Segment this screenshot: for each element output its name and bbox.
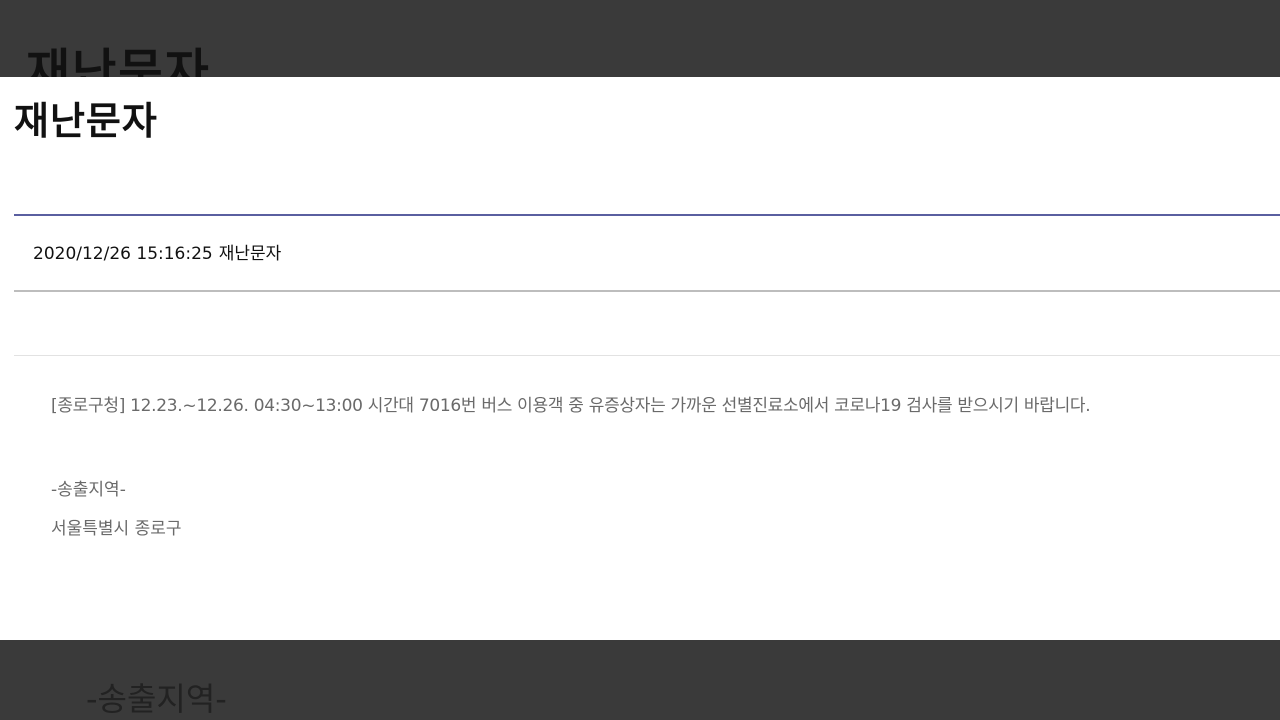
message-body: [종로구청] 12.23.~12.26. 04:30~13:00 시간대 701… <box>51 396 1091 416</box>
message-meta: 2020/12/26 15:16:25 재난문자 <box>33 239 281 264</box>
meta-divider <box>14 290 1280 292</box>
message-panel: 재난문자 2020/12/26 15:16:25 재난문자 [종로구청] 12.2… <box>0 77 1280 640</box>
backdrop-region-label: -송출지역- <box>86 680 227 718</box>
region-value: 서울특별시 종로구 <box>51 519 182 539</box>
backdrop-title: 재난문자 <box>26 44 211 77</box>
backdrop-bottom: -송출지역- <box>0 640 1280 720</box>
page-title: 재난문자 <box>14 99 158 143</box>
backdrop-top: 재난문자 <box>0 0 1280 77</box>
header-divider <box>14 214 1280 216</box>
body-divider <box>14 355 1280 356</box>
message-datetime: 2020/12/26 15:16:25 <box>33 244 213 264</box>
region-label: -송출지역- <box>51 480 126 500</box>
message-category: 재난문자 <box>218 244 282 264</box>
